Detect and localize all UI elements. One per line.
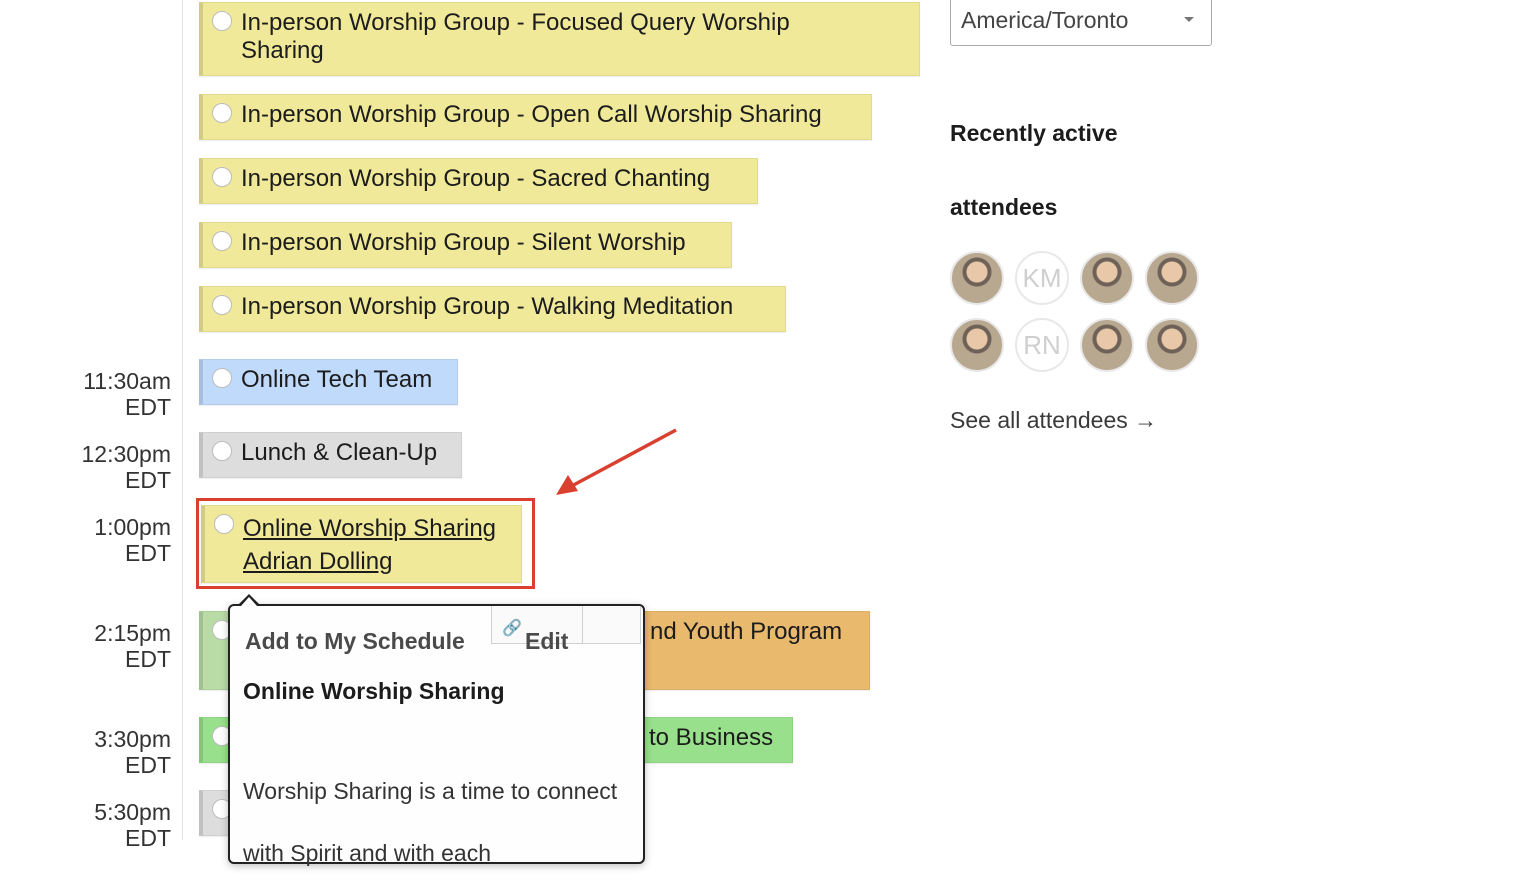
event-online-tech-team[interactable]: Online Tech Team [199,359,458,405]
event-title: nd Youth Program [650,618,843,645]
see-all-attendees-link[interactable]: See all attendees → [950,407,1157,434]
event-title: In-person Worship Group - Sacred Chantin… [241,165,711,192]
event-walking-meditation[interactable]: In-person Worship Group - Walking Medita… [199,286,786,332]
timeline-rule [182,0,183,840]
add-to-schedule-circle-icon[interactable] [212,441,232,461]
add-to-schedule-circle-icon[interactable] [212,11,232,31]
event-sacred-chanting[interactable]: In-person Worship Group - Sacred Chantin… [199,158,758,204]
highlight-box [196,498,535,589]
time-label: 11:30am EDT [83,368,171,420]
event-lunch-clean-up[interactable]: Lunch & Clean-Up [199,432,462,478]
event-title: Online Tech Team [241,366,433,393]
add-to-schedule-circle-icon[interactable] [212,231,232,251]
avatar[interactable] [1145,318,1199,372]
popup-description: Worship Sharing is a time to connect wit… [243,778,618,866]
event-silent-worship[interactable]: In-person Worship Group - Silent Worship [199,222,732,268]
event-title: In-person Worship Group - Silent Worship [241,229,686,256]
event-title: In-person Worship Group - Open Call Wors… [241,101,822,128]
avatar[interactable] [1080,318,1134,372]
popup-title: Online Worship Sharing [243,678,505,704]
edit-button[interactable]: Edit [525,628,568,655]
avatar[interactable] [950,318,1004,372]
event-title: to Business [649,724,774,751]
event-popup: Add to My Schedule 🔗 Edit Online Worship… [228,604,645,866]
avatar[interactable]: RN [1015,318,1069,372]
time-label: 5:30pm EDT [94,799,171,851]
avatar[interactable] [950,251,1004,305]
event-open-call-worship-sharing[interactable]: In-person Worship Group - Open Call Wors… [199,94,872,140]
add-to-schedule-circle-icon[interactable] [212,368,232,388]
timezone-value: America/Toronto [961,7,1129,33]
event-focused-query-worship[interactable]: In-person Worship Group - Focused Query … [199,2,920,76]
timezone-select[interactable]: America/Toronto [950,0,1212,46]
avatar[interactable]: KM [1015,251,1069,305]
popup-notch-inner [241,597,257,606]
recently-active-heading-line2: attendees [950,194,1058,220]
time-label: 1:00pm EDT [94,514,171,566]
event-title: In-person Worship Group - Walking Medita… [241,293,734,320]
add-to-schedule-circle-icon[interactable] [212,167,232,187]
time-label: 12:30pm EDT [81,441,171,493]
annotation-arrow-icon [556,428,677,495]
popup-toolbar: Add to My Schedule 🔗 Edit [230,606,643,654]
add-to-schedule-circle-icon[interactable] [212,103,232,123]
add-to-my-schedule-button[interactable]: Add to My Schedule [245,628,465,655]
popup-toolbar-extra[interactable] [583,606,641,644]
avatar[interactable] [1145,251,1199,305]
event-title: In-person Worship Group - Focused Query … [241,9,790,36]
avatar[interactable] [1080,251,1134,305]
chevron-down-icon [1184,17,1194,22]
event-title: Lunch & Clean-Up [241,439,438,466]
time-label: 2:15pm EDT [94,620,171,672]
link-icon: 🔗 [502,620,522,637]
recently-active-heading: Recently active [950,120,1118,146]
add-to-schedule-circle-icon[interactable] [212,295,232,315]
time-label: 3:30pm EDT [94,726,171,778]
event-title-line2: Sharing [241,37,324,64]
